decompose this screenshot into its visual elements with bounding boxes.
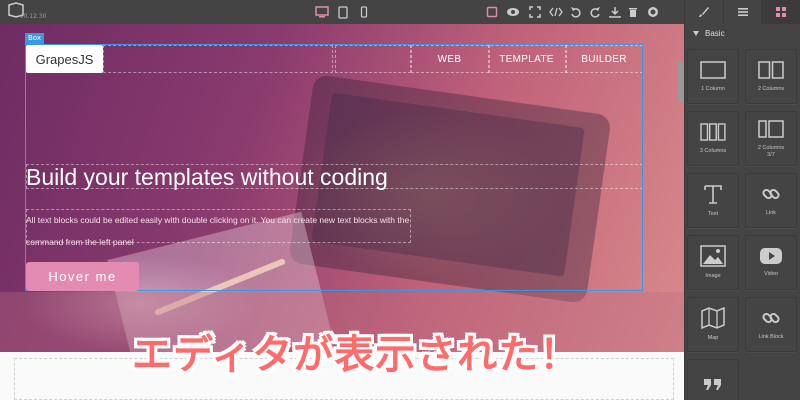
import-icon[interactable] bbox=[607, 4, 623, 20]
image-icon bbox=[700, 245, 726, 267]
block-label: Text bbox=[707, 211, 719, 217]
panel-tabs bbox=[684, 0, 800, 24]
block-label: 2 Columns bbox=[757, 86, 785, 92]
text-icon bbox=[704, 185, 722, 204]
block-label: 1 Column bbox=[701, 86, 725, 92]
blocks-icon[interactable] bbox=[761, 0, 800, 24]
block-label: Link Block bbox=[758, 334, 784, 340]
block-label: Map bbox=[707, 335, 719, 341]
preview-icon[interactable] bbox=[505, 4, 521, 20]
fullscreen-icon[interactable] bbox=[527, 4, 543, 20]
block-image[interactable]: Image bbox=[687, 235, 739, 290]
brand-logo[interactable]: GrapesJS bbox=[26, 45, 103, 73]
mobile-icon[interactable] bbox=[356, 4, 372, 20]
github-icon[interactable] bbox=[645, 4, 661, 20]
nav-link-template[interactable]: TEMPLATE bbox=[488, 46, 565, 72]
block-link[interactable]: Link bbox=[745, 173, 797, 228]
block-1-column[interactable]: 1 Column bbox=[687, 49, 739, 104]
redo-icon[interactable] bbox=[587, 4, 603, 20]
quote-icon bbox=[704, 378, 721, 390]
blocks-panel: Basic 1 Column 2 Columns 3 Columns 2 Col… bbox=[684, 24, 800, 400]
block-link-block[interactable]: Link Block bbox=[745, 297, 797, 352]
layer-manager-icon[interactable] bbox=[722, 0, 762, 24]
hero-title[interactable]: Build your templates without coding bbox=[26, 164, 388, 191]
block-map[interactable]: Map bbox=[687, 297, 739, 352]
hover-me-button[interactable]: Hover me bbox=[26, 262, 139, 291]
screenshot-caption: エディタが表示された！ bbox=[132, 332, 581, 378]
block-3-columns[interactable]: 3 Columns bbox=[687, 111, 739, 166]
link-icon bbox=[762, 188, 780, 200]
block-label: 3 Columns bbox=[699, 148, 727, 154]
three-columns-icon bbox=[700, 123, 726, 141]
selected-component-badge: Box bbox=[25, 33, 45, 44]
caret-down-icon bbox=[693, 31, 699, 36]
block-category-label: Basic bbox=[705, 29, 725, 38]
undo-icon[interactable] bbox=[568, 4, 584, 20]
block-label: Video bbox=[764, 271, 778, 277]
nav-link-builder[interactable]: BUILDER bbox=[565, 46, 643, 72]
block-text[interactable]: Text bbox=[687, 173, 739, 228]
top-toolbar: v0.12.30 bbox=[0, 0, 800, 24]
video-icon bbox=[760, 248, 782, 264]
version-label: v0.12.30 bbox=[20, 13, 47, 20]
two-columns-3-7-icon bbox=[758, 119, 784, 138]
desktop-icon[interactable] bbox=[314, 4, 330, 20]
nav-link-web[interactable]: WEB bbox=[411, 46, 488, 72]
two-columns-icon bbox=[758, 61, 784, 79]
tablet-icon[interactable] bbox=[335, 4, 351, 20]
map-icon bbox=[701, 307, 725, 329]
block-label: 2 Columns 3/7 bbox=[757, 144, 785, 158]
canvas-scrollbar[interactable] bbox=[677, 62, 684, 102]
block-label: Link bbox=[765, 210, 777, 216]
block-2-columns[interactable]: 2 Columns bbox=[745, 49, 797, 104]
block-video[interactable]: Video bbox=[745, 235, 797, 290]
trash-icon[interactable] bbox=[625, 4, 641, 20]
block-2-columns-3-7[interactable]: 2 Columns 3/7 bbox=[745, 111, 797, 166]
link-block-icon bbox=[762, 312, 780, 324]
one-column-icon bbox=[700, 61, 726, 79]
sw-visibility-icon[interactable] bbox=[484, 4, 500, 20]
code-icon[interactable] bbox=[548, 4, 564, 20]
block-quote[interactable] bbox=[687, 359, 739, 400]
hero-description[interactable]: All text blocks could be edited easily w… bbox=[26, 209, 411, 253]
block-label: Image bbox=[705, 273, 721, 279]
style-manager-icon[interactable] bbox=[684, 0, 723, 24]
grapesjs-logo: v0.12.30 bbox=[6, 2, 46, 22]
block-category-basic[interactable]: Basic bbox=[693, 29, 725, 38]
